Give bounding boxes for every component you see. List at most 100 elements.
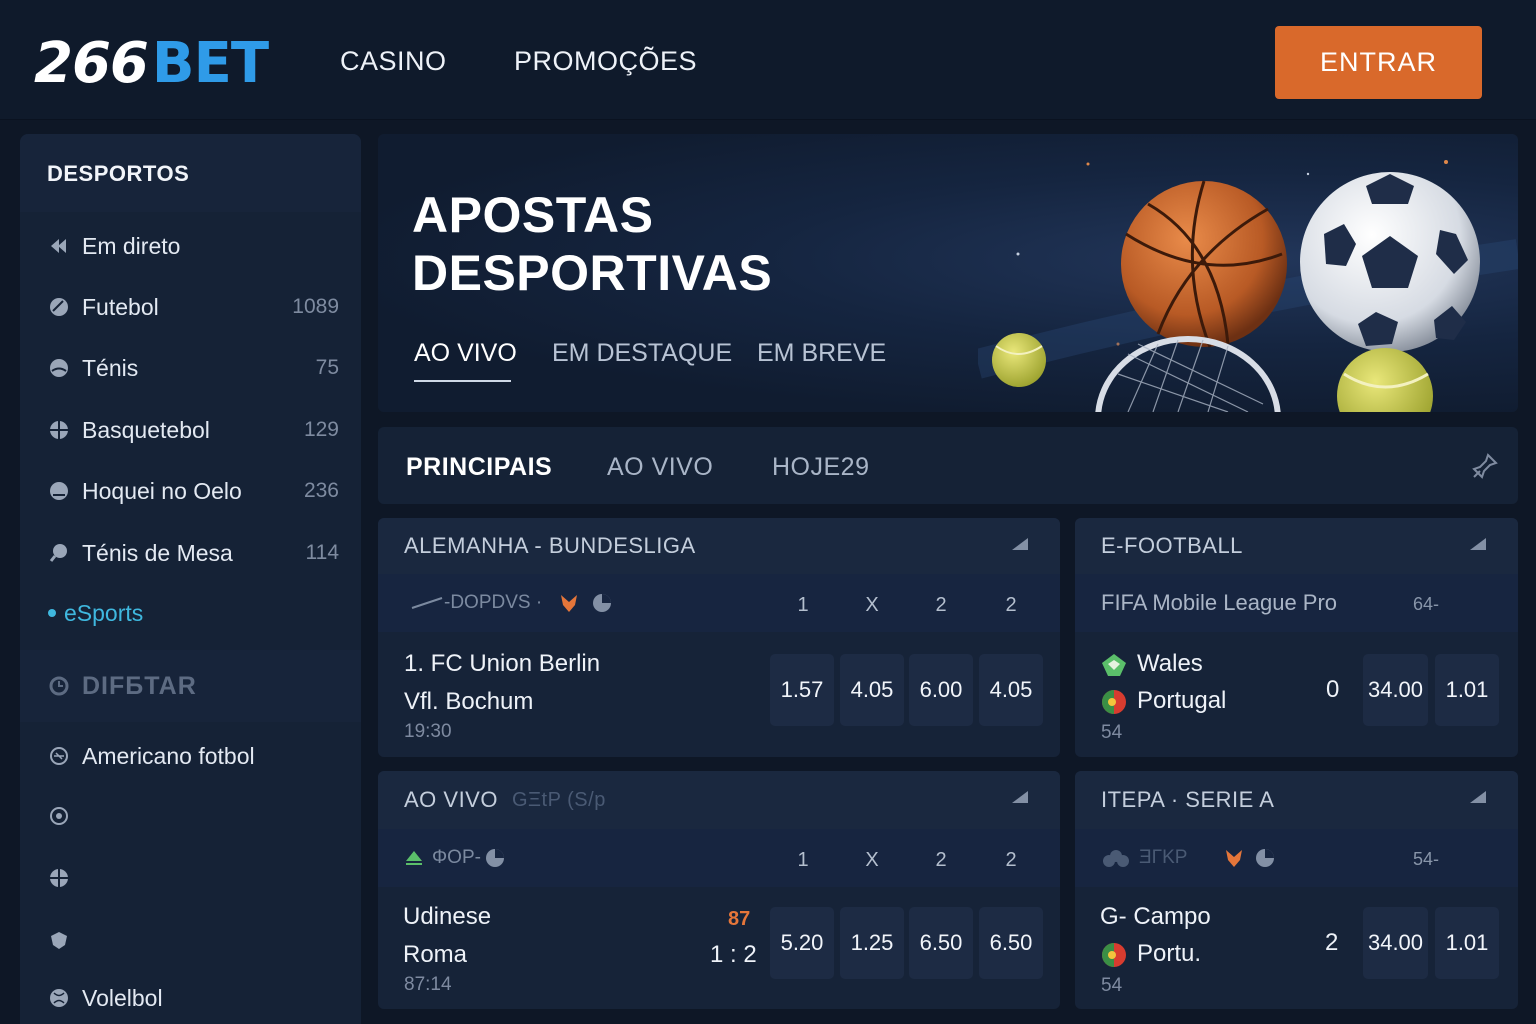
- card-title: E-FOOTBALL: [1101, 533, 1243, 558]
- sidebar-item-count: 236: [303, 479, 339, 502]
- col-header-x: X: [865, 849, 879, 871]
- table-tennis-icon: [48, 542, 70, 564]
- odd-button[interactable]: 6.50: [979, 907, 1043, 979]
- odd-button[interactable]: 1.01: [1435, 654, 1499, 726]
- sidebar-item-count: 75: [315, 356, 339, 379]
- active-dot-icon: [48, 609, 56, 617]
- stats-icon[interactable]: [1255, 848, 1275, 868]
- market-count: 64-: [1413, 594, 1440, 614]
- cluster-icon: [1103, 850, 1129, 867]
- odd-button[interactable]: 1.25: [840, 907, 904, 979]
- match-score: 1 : 2: [710, 941, 757, 968]
- portugal-flag-icon: [1102, 689, 1126, 714]
- team-name: Wales: [1137, 650, 1203, 677]
- sidebar-item-esports[interactable]: eSports: [20, 588, 361, 638]
- col-header-1: 1: [797, 849, 809, 871]
- hero-tab-featured[interactable]: EM DESTAQUE: [552, 339, 732, 368]
- home-team[interactable]: 1. FC Union Berlin: [404, 650, 600, 678]
- sidebar-item-count: 114: [305, 541, 339, 564]
- sidebar-item-live[interactable]: Em direto: [20, 221, 361, 271]
- sidebar-item-unlabeled-1[interactable]: [20, 791, 361, 841]
- nav-casino[interactable]: CASINO: [340, 46, 447, 77]
- match-minute: 54: [1101, 975, 1123, 996]
- odd-button[interactable]: 34.00: [1363, 907, 1428, 979]
- live-icon: [48, 235, 70, 257]
- odd-button[interactable]: 4.05: [840, 654, 904, 726]
- collapse-icon[interactable]: [1470, 538, 1486, 552]
- collapse-icon[interactable]: [1470, 791, 1486, 805]
- odd-button[interactable]: 6.00: [909, 654, 973, 726]
- live-minute: 87: [728, 908, 751, 930]
- sidebar-item-label: Futebol: [82, 293, 159, 320]
- card-subheader: ΦOP- 1 X 2 2: [378, 829, 1060, 887]
- card-subtitle: -DOPDVS ·: [444, 592, 543, 613]
- odd-button[interactable]: 4.05: [979, 654, 1043, 726]
- hero-tab-live[interactable]: AO VIVO: [414, 339, 517, 368]
- top-header: 266 BET CASINO PROMOÇÕES ENTRAR: [0, 0, 1536, 120]
- col-header-x: X: [865, 594, 879, 616]
- col-header-1: 1: [797, 594, 809, 616]
- odd-button[interactable]: 1.01: [1435, 907, 1499, 979]
- tab-today[interactable]: HOJE29: [772, 453, 869, 482]
- sidebar-item-table-tennis[interactable]: Ténis de Mesa 114: [20, 528, 361, 578]
- sidebar-item-basketball[interactable]: Basquetebol 129: [20, 405, 361, 455]
- away-team[interactable]: Portugal: [1101, 687, 1226, 715]
- pin-icon[interactable]: [1470, 451, 1500, 481]
- logo-number: 266: [34, 30, 149, 96]
- hockey-icon: [48, 480, 70, 502]
- portugal-flag-icon: [1102, 942, 1126, 967]
- odd-button[interactable]: 1.57: [770, 654, 834, 726]
- login-button[interactable]: ENTRAR: [1275, 26, 1482, 99]
- sidebar-item-football[interactable]: Futebol 1089: [20, 282, 361, 332]
- card-serie-a: ITEPA · SERIE A ƎΓKP 54- G- Campo Portu.…: [1075, 771, 1518, 1009]
- home-team[interactable]: Wales: [1101, 650, 1203, 678]
- hero-banner: APOSTAS DESPORTIVAS AO VIVO EM DESTAQUE …: [378, 134, 1518, 412]
- sidebar-item-unlabeled-2[interactable]: [20, 853, 361, 903]
- nav-promotions[interactable]: PROMOÇÕES: [514, 46, 697, 77]
- away-team[interactable]: Roma: [403, 941, 467, 969]
- sidebar-item-label: eSports: [64, 599, 144, 626]
- sidebar-section-title: DIFБTAR: [82, 671, 197, 700]
- hero-tab-underline: [414, 380, 511, 382]
- sidebar-item-label: Basquetebol: [82, 416, 210, 443]
- away-team[interactable]: Portu.: [1101, 940, 1201, 968]
- match-score: 2: [1325, 929, 1339, 956]
- sidebar-item-unlabeled-3[interactable]: [20, 915, 361, 965]
- card-header: AO VIVO GΞtP (S/p: [378, 771, 1060, 829]
- odd-button[interactable]: 34.00: [1363, 654, 1428, 726]
- home-team[interactable]: Udinese: [403, 903, 491, 931]
- stats-icon[interactable]: [592, 593, 612, 613]
- collapse-icon[interactable]: [1012, 538, 1028, 552]
- football-icon: [48, 296, 70, 318]
- home-team[interactable]: G- Campo: [1100, 903, 1211, 931]
- live-triangle-icon: [406, 851, 422, 865]
- card-subheader: ƎΓKP 54-: [1075, 829, 1518, 887]
- stats-icon[interactable]: [485, 848, 505, 868]
- sidebar-item-american-football[interactable]: Americano fotbol: [20, 731, 361, 781]
- match-score: 0: [1326, 676, 1340, 703]
- sidebar-item-ice-hockey[interactable]: Hoquei no Oelo 236: [20, 466, 361, 516]
- sidebar-item-label: Ténis: [82, 354, 139, 381]
- brand-logo[interactable]: 266 BET: [34, 30, 269, 96]
- card-header: ALEMANHA - BUNDESLIGA: [378, 518, 1060, 574]
- sidebar-item-label: Ténis de Mesa: [82, 539, 233, 566]
- match-clock: 87:14: [404, 974, 452, 995]
- tab-main[interactable]: PRINCIPAIS: [406, 453, 552, 482]
- col-header-2: 2: [935, 594, 947, 616]
- market-count: 54-: [1413, 849, 1440, 869]
- league-marker-icon: [411, 597, 443, 609]
- sidebar-item-tennis[interactable]: Ténis 75: [20, 343, 361, 393]
- collapse-icon[interactable]: [1012, 791, 1028, 805]
- tab-live[interactable]: AO VIVO: [607, 453, 713, 482]
- odd-button[interactable]: 5.20: [770, 907, 834, 979]
- hero-tab-upcoming[interactable]: EM BREVE: [757, 339, 886, 368]
- fox-icon: [561, 595, 578, 612]
- hero-title-line1: APOSTAS: [412, 187, 654, 243]
- logo-text: BET: [151, 30, 269, 96]
- card-header: ITEPA · SERIE A: [1075, 771, 1518, 829]
- card-subtitle: ƎΓKP: [1139, 847, 1188, 868]
- basketball-icon: [48, 419, 70, 441]
- odd-button[interactable]: 6.50: [909, 907, 973, 979]
- sidebar-item-volleyball[interactable]: Volelbol: [20, 973, 361, 1023]
- away-team[interactable]: Vfl. Bochum: [404, 688, 533, 716]
